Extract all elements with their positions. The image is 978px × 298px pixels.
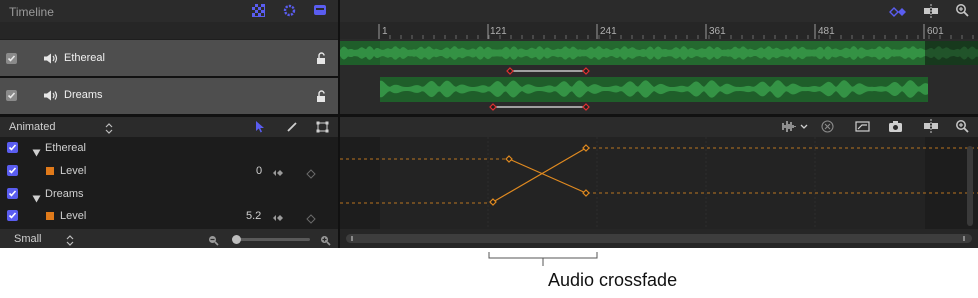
param-label: Level xyxy=(60,165,87,177)
speaker-icon[interactable] xyxy=(43,52,59,65)
param-enable-checkbox[interactable] xyxy=(7,165,18,176)
curve-mode-select[interactable]: Animated xyxy=(9,121,55,133)
curve-active-region xyxy=(380,137,925,229)
ruler-label: 241 xyxy=(600,26,617,37)
track-enable-checkbox[interactable] xyxy=(6,53,17,64)
ruler-label: 601 xyxy=(927,26,944,37)
ruler-label: 121 xyxy=(490,26,507,37)
ruler-label: 1 xyxy=(382,26,388,37)
keyframe-marker xyxy=(489,103,497,111)
disclosure-triangle-icon[interactable] xyxy=(32,190,41,203)
checkerboard-icon[interactable] xyxy=(252,4,265,17)
track-name: Dreams xyxy=(64,89,103,101)
clear-curve-icon[interactable] xyxy=(821,120,834,133)
keyframe-nav-icon[interactable] xyxy=(886,5,908,17)
zoom-slider-thumb[interactable] xyxy=(232,235,241,244)
clip-ethereal-fade xyxy=(925,41,978,65)
timeline-app: Timeline 1 121 241 361 481 601 Ethereal … xyxy=(0,0,978,248)
camera-icon[interactable] xyxy=(888,120,903,133)
param-group-label: Dreams xyxy=(45,188,84,200)
param-enable-checkbox[interactable] xyxy=(7,188,18,199)
keyframe-marker xyxy=(582,67,590,75)
scrollbar-handle-left[interactable] xyxy=(351,236,353,241)
param-enable-checkbox[interactable] xyxy=(7,210,18,221)
curve-canvas-drawing xyxy=(340,137,978,229)
timeline-title: Timeline xyxy=(9,5,54,19)
param-group-label: Ethereal xyxy=(45,142,86,154)
ruler-ticks xyxy=(378,24,974,39)
chevron-updown-icon[interactable] xyxy=(66,233,74,246)
waveform-display-icon[interactable] xyxy=(780,120,810,133)
zoom-out-icon[interactable] xyxy=(208,233,219,246)
horizontal-scrollbar[interactable] xyxy=(346,234,972,243)
keyframe-marker xyxy=(582,103,590,111)
track-list xyxy=(0,22,338,39)
chevron-updown-icon[interactable] xyxy=(105,121,113,134)
disclosure-triangle-icon[interactable] xyxy=(32,144,41,157)
param-color-swatch xyxy=(46,212,54,220)
param-value[interactable]: 5.2 xyxy=(246,210,261,222)
track-enable-checkbox[interactable] xyxy=(6,90,17,101)
vertical-scrollbar[interactable] xyxy=(967,146,973,226)
select-arrow-icon[interactable] xyxy=(255,120,265,133)
snapping-icon[interactable] xyxy=(923,4,939,18)
ruler-label: 361 xyxy=(709,26,726,37)
track-canvas-drawing xyxy=(340,41,978,111)
fit-curve-icon[interactable] xyxy=(855,120,870,133)
ruler-label: 481 xyxy=(818,26,835,37)
annotation-bracket xyxy=(488,252,598,266)
annotation-label: Audio crossfade xyxy=(548,270,678,290)
filters-icon[interactable] xyxy=(313,3,327,17)
param-color-swatch xyxy=(46,167,54,175)
unlock-icon[interactable] xyxy=(314,52,328,65)
track-name: Ethereal xyxy=(64,52,105,64)
scrollbar-handle-right[interactable] xyxy=(963,236,965,241)
zoom-in-icon[interactable] xyxy=(320,233,331,246)
param-value[interactable]: 0 xyxy=(256,165,262,177)
keyframe-add-icon[interactable] xyxy=(306,166,316,179)
transform-box-icon[interactable] xyxy=(316,120,329,133)
zoom-slider-track[interactable] xyxy=(234,238,310,241)
param-enable-checkbox[interactable] xyxy=(7,142,18,153)
param-label: Level xyxy=(60,210,87,222)
speaker-icon[interactable] xyxy=(43,89,59,102)
behaviors-gear-icon[interactable] xyxy=(283,4,296,17)
zoom-icon[interactable] xyxy=(955,119,969,133)
keyframe-marker xyxy=(506,67,514,75)
snapping-icon[interactable] xyxy=(923,119,939,133)
ruler-bar xyxy=(340,0,978,22)
keyframe-nav-icon[interactable] xyxy=(272,210,283,221)
unlock-icon[interactable] xyxy=(314,90,328,103)
pen-icon[interactable] xyxy=(286,120,298,132)
zoom-icon[interactable] xyxy=(955,3,969,17)
keyframe-nav-icon[interactable] xyxy=(272,165,283,176)
keyframe-add-icon[interactable] xyxy=(306,211,316,224)
curve-canvas-toolbar xyxy=(340,117,978,137)
row-size-select[interactable]: Small xyxy=(14,233,42,245)
